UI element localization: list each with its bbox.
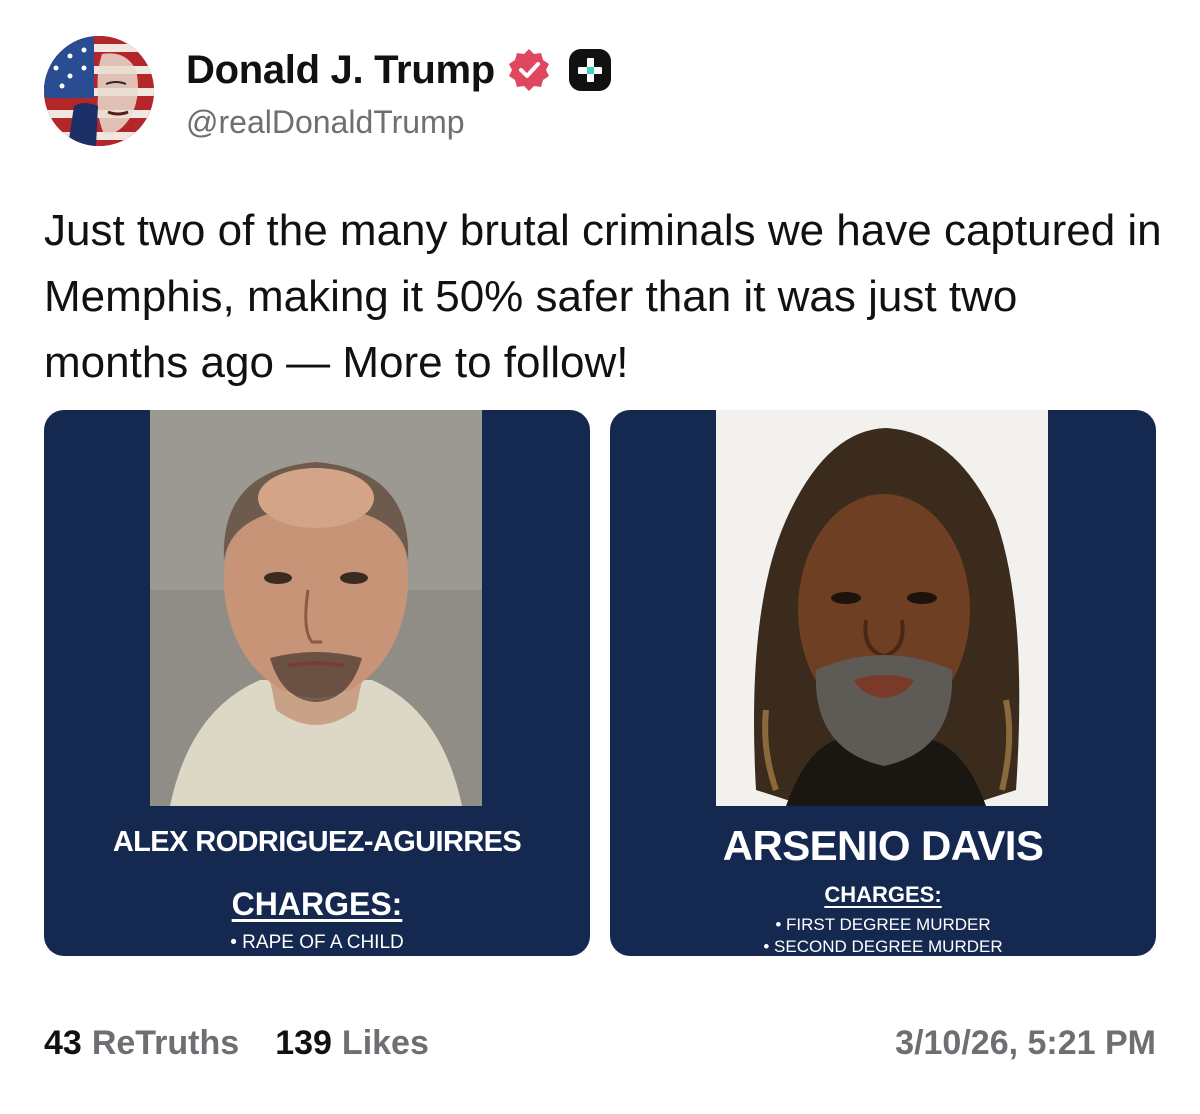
charge-item: • FIRST DEGREE MURDER	[775, 915, 991, 934]
likes-stat[interactable]: 139 Likes	[275, 1024, 429, 1063]
suspect-name: ARSENIO DAVIS	[722, 822, 1044, 869]
flag-portrait-icon	[44, 36, 154, 146]
author-name-row: Donald J. Trump	[186, 46, 613, 94]
retruths-label: ReTruths	[91, 1024, 240, 1062]
author-display-name[interactable]: Donald J. Trump	[186, 48, 495, 93]
likes-count: 139	[275, 1024, 332, 1062]
mugshot-photo-1	[150, 410, 482, 806]
suspect-name: ALEX RODRIGUEZ-AGUIRRES	[112, 826, 522, 858]
likes-label: Likes	[341, 1024, 429, 1062]
truth-post: Donald J. Trump @realDonaldTrump Just tw…	[0, 0, 1200, 1114]
charges-label: CHARGES:	[824, 882, 942, 907]
mugshot-photo-2	[716, 410, 1048, 806]
post-timestamp[interactable]: 3/10/26, 5:21 PM	[895, 1024, 1156, 1063]
post-text: Just two of the many brutal criminals we…	[44, 206, 1162, 387]
charge-item: • SECOND DEGREE MURDER	[763, 937, 1003, 956]
post-footer: 43 ReTruths 139 Likes 3/10/26, 5:21 PM	[44, 1024, 1156, 1063]
avatar[interactable]	[44, 36, 154, 146]
retruths-count: 43	[44, 1024, 82, 1062]
charges-label: CHARGES:	[231, 886, 403, 922]
author-handle[interactable]: @realDonaldTrump	[186, 104, 465, 141]
charge-item: • RAPE OF A CHILD	[230, 932, 404, 953]
retruths-stat[interactable]: 43 ReTruths	[44, 1024, 239, 1063]
verified-badge-icon	[508, 49, 549, 91]
truth-plus-badge-icon	[568, 49, 611, 91]
media-card-1[interactable]: ALEX RODRIGUEZ-AGUIRRES CHARGES: • RAPE …	[44, 410, 590, 956]
media-card-2[interactable]: ARSENIO DAVIS CHARGES: • FIRST DEGREE MU…	[610, 410, 1156, 956]
